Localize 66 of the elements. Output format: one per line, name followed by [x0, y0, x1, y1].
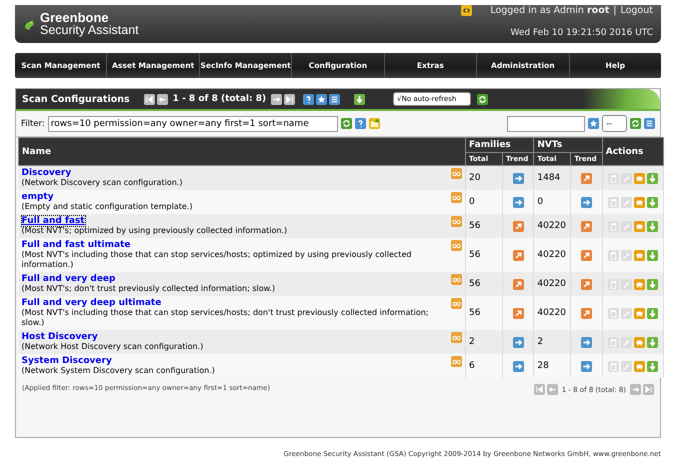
glasses-icon — [451, 216, 462, 227]
config-link[interactable]: Full and very deep — [22, 274, 116, 284]
config-link[interactable]: System Discovery — [22, 356, 112, 366]
logout-link[interactable]: Logout — [620, 5, 653, 16]
config-description: (Most NVT's; don't trust previously collected information; slow.) — [22, 284, 276, 294]
trash-icon[interactable] — [608, 336, 619, 348]
table-cell: 28 — [534, 354, 571, 378]
star-icon[interactable] — [588, 118, 600, 129]
column-header: Families — [466, 138, 534, 152]
config-link[interactable]: Discovery — [22, 168, 72, 178]
trash-icon[interactable] — [608, 278, 619, 290]
list-icon[interactable] — [329, 94, 340, 104]
wrench-icon[interactable] — [620, 220, 632, 232]
config-link[interactable]: Full and very deep ultimate — [22, 298, 162, 308]
wrench-icon[interactable] — [620, 360, 632, 372]
config-link[interactable]: empty — [22, 192, 54, 202]
column-header: NVTs — [534, 138, 602, 152]
trash-icon[interactable] — [608, 220, 619, 232]
trash-icon[interactable] — [608, 308, 619, 318]
trash-icon[interactable] — [608, 196, 619, 208]
wrench-icon[interactable] — [620, 278, 632, 290]
refresh-icon[interactable] — [477, 94, 488, 104]
config-description: (Network Host Discovery scan configuration.) — [22, 342, 204, 352]
trash-icon[interactable] — [608, 250, 619, 260]
filter-label: Filter: — [21, 118, 45, 128]
glasses-icon — [451, 274, 462, 285]
wrench-icon[interactable] — [620, 172, 632, 184]
filter-select[interactable]: -- — [602, 115, 627, 132]
download-icon[interactable] — [354, 94, 366, 104]
config-description: (Network System Discovery scan configuration.) — [22, 366, 215, 376]
brand-subtitle: Security Assistant — [40, 24, 139, 37]
panel-title: Scan Configurations — [22, 94, 130, 104]
config-description: (Empty and static configuration template.) — [22, 202, 192, 212]
previous-page-icon[interactable] — [156, 94, 168, 104]
code-icon[interactable] — [461, 5, 472, 16]
glasses-icon — [451, 168, 462, 179]
wrench-icon[interactable] — [620, 196, 632, 208]
config-link[interactable]: Host Discovery — [22, 332, 98, 342]
wrench-icon[interactable] — [620, 336, 632, 348]
brand-name: Greenbone — [40, 11, 110, 24]
filter-field[interactable]: rows=10 permission=any owner=any first=1 sort=name — [48, 116, 338, 132]
date-time: Wed Feb 10 19:21:50 2016 UTC — [510, 28, 653, 38]
wrench-icon[interactable] — [620, 250, 632, 260]
next-page-icon[interactable] — [271, 94, 282, 104]
last-page-icon[interactable] — [284, 94, 296, 104]
star-icon[interactable] — [316, 94, 328, 104]
separator-text: | — [613, 5, 616, 16]
wrench-icon[interactable] — [620, 308, 632, 318]
config-description: (Most NVT's; optimized by using previously collected information.) — [22, 226, 288, 236]
filter-name-field[interactable] — [507, 116, 586, 132]
config-description: (Most NVT's including those that can stop services/hosts; optimized by using previously collected information.) — [22, 250, 412, 270]
column-header: Actions — [602, 138, 664, 166]
login-info: Logged in as Admin root — [490, 5, 610, 16]
config-description: (Network Discovery scan configuration.) — [22, 178, 182, 188]
config-link[interactable]: Full and fast — [22, 216, 85, 226]
pager-text: 1 - 8 of 8 (total: 8) — [172, 94, 266, 104]
trash-icon[interactable] — [608, 172, 619, 184]
glasses-icon — [451, 332, 462, 343]
first-page-icon[interactable] — [144, 94, 155, 104]
column-header[interactable]: Name — [18, 138, 466, 166]
trash-icon[interactable] — [608, 360, 619, 372]
config-description: (Most NVT's including those that can stop services/hosts; don't trust previously collected information; slow.) — [22, 308, 430, 328]
new-folder-icon[interactable] — [368, 118, 380, 129]
table-cell: 6 — [466, 354, 502, 378]
config-link[interactable]: Full and fast ultimate — [22, 240, 130, 250]
help-icon[interactable] — [303, 94, 314, 104]
